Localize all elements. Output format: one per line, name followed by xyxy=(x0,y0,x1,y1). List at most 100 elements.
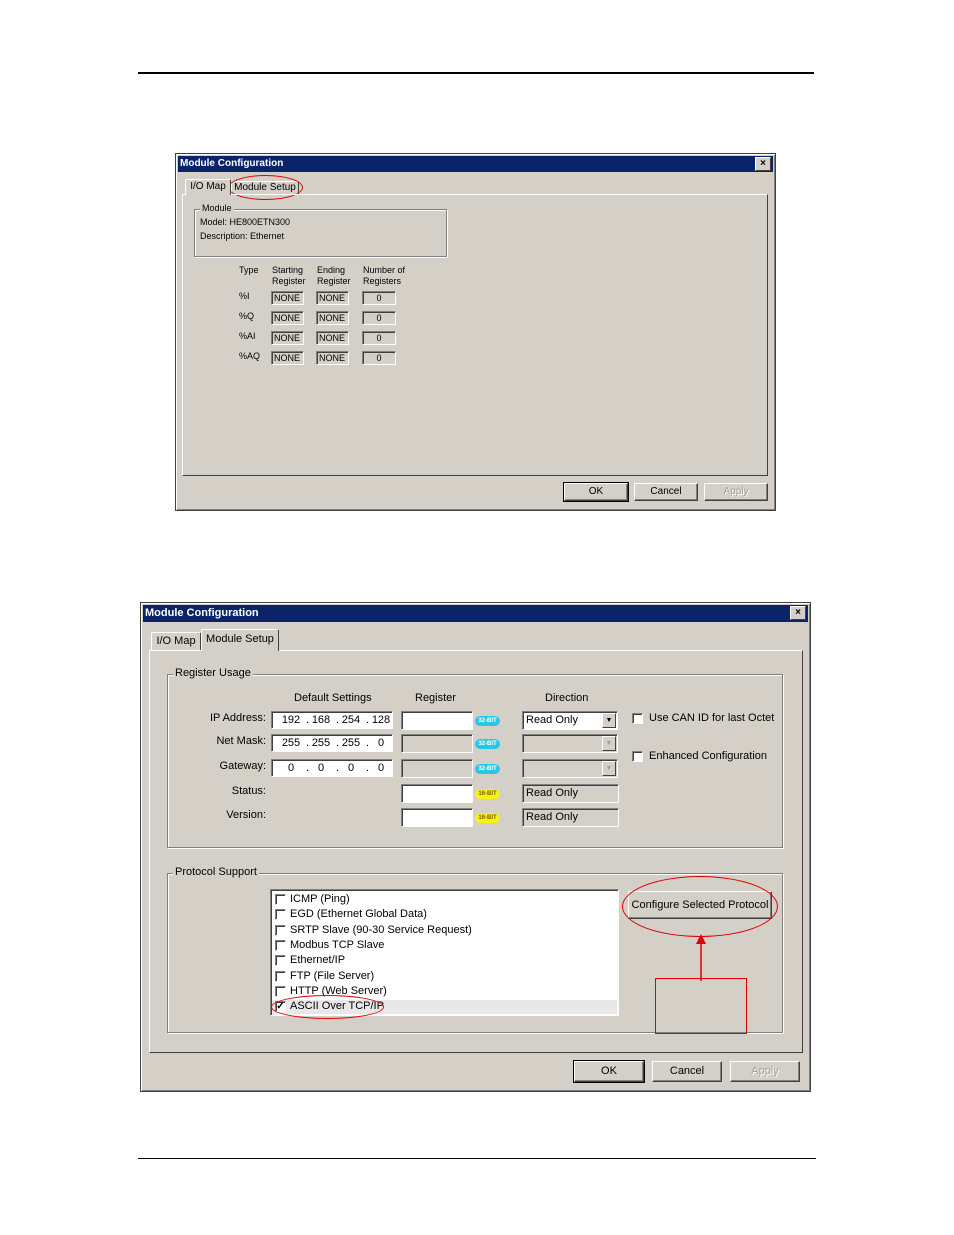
row-label: Net Mask: xyxy=(216,735,266,747)
octet-value: 0 xyxy=(317,762,325,774)
header-starting-register: Starting Register xyxy=(272,265,306,286)
model-text: Model: HE800ETN300 xyxy=(200,217,291,227)
direction-field: Read Only xyxy=(522,784,619,803)
direction-value: Read Only xyxy=(526,811,578,823)
protocol-label: EGD (Ethernet Global Data) xyxy=(290,908,427,921)
row-label: IP Address: xyxy=(209,712,266,724)
octet-value: 0 xyxy=(347,762,355,774)
register-input[interactable] xyxy=(401,711,473,730)
number-of-registers-field[interactable]: 0 xyxy=(362,291,396,305)
checkbox-icon[interactable] xyxy=(275,970,286,982)
protocol-support-group-label: Protocol Support xyxy=(173,866,259,878)
header-default-settings: Default Settings xyxy=(294,692,372,704)
register-input[interactable] xyxy=(401,759,473,778)
bit-width-badge: 32-BIT xyxy=(475,716,500,726)
up-arrow-icon xyxy=(696,934,706,981)
direction-value: Read Only xyxy=(526,714,578,726)
octet-value: 192 xyxy=(281,714,301,726)
chevron-down-icon[interactable]: ▼ xyxy=(602,761,616,776)
tab-io-map-label: I/O Map xyxy=(156,635,196,647)
bit-width-badge: 32-BIT xyxy=(475,764,500,774)
starting-register-value: NONE xyxy=(274,293,301,303)
close-icon[interactable]: × xyxy=(755,157,771,171)
number-of-registers-field[interactable]: 0 xyxy=(362,311,396,325)
octet-dot: . xyxy=(336,714,340,726)
annotation-ellipse-configure-button xyxy=(622,876,778,937)
row-type: %AQ xyxy=(239,351,261,361)
starting-register-field[interactable]: NONE xyxy=(271,331,304,345)
ending-register-field[interactable]: NONE xyxy=(316,291,349,305)
ending-register-field[interactable]: NONE xyxy=(316,311,349,325)
footer-rule xyxy=(138,1158,816,1159)
ending-register-field[interactable]: NONE xyxy=(316,351,349,365)
register-input[interactable] xyxy=(401,808,473,827)
octet-value: 255 xyxy=(281,737,301,749)
ok-button[interactable]: OK xyxy=(563,482,629,502)
checkbox-icon[interactable] xyxy=(275,939,286,951)
number-of-registers-value: 0 xyxy=(376,293,382,303)
chevron-down-icon[interactable]: ▼ xyxy=(602,713,616,728)
tab-io-map[interactable]: I/O Map xyxy=(185,179,231,195)
number-of-registers-value: 0 xyxy=(376,313,382,323)
number-of-registers-value: 0 xyxy=(376,353,382,363)
protocol-label: ICMP (Ping) xyxy=(290,893,350,905)
octet-value: 0 xyxy=(287,762,295,774)
ending-register-value: NONE xyxy=(319,293,346,303)
protocol-label: Ethernet/IP xyxy=(290,954,346,967)
row-type: %Q xyxy=(239,311,255,321)
row-type: %I xyxy=(239,291,250,301)
dialog-title-bar[interactable]: Module Configuration × xyxy=(178,156,773,172)
bit-width-badge: 32-BIT xyxy=(475,739,500,749)
number-of-registers-field[interactable]: 0 xyxy=(362,351,396,365)
tab-io-map[interactable]: I/O Map xyxy=(151,632,201,650)
ok-button[interactable]: OK xyxy=(573,1060,645,1083)
octet-value: 254 xyxy=(341,714,361,726)
dialog-title-bar[interactable]: Module Configuration × xyxy=(143,605,808,622)
tab-module-setup[interactable]: Module Setup xyxy=(201,629,279,651)
register-input[interactable] xyxy=(401,734,473,753)
chevron-down-icon[interactable]: ▼ xyxy=(602,736,616,751)
bit-width-badge: 16-BIT xyxy=(475,789,500,799)
annotation-box xyxy=(655,978,747,1034)
cancel-button[interactable]: Cancel xyxy=(652,1061,722,1082)
direction-dropdown[interactable]: ▼ xyxy=(522,734,618,753)
octet-dot: . xyxy=(366,762,370,774)
ip-octet-field[interactable]: 255. 255. 255. 0 xyxy=(271,734,393,752)
octet-value: 255 xyxy=(311,737,331,749)
octet-value: 128 xyxy=(371,714,391,726)
starting-register-field[interactable]: NONE xyxy=(271,351,304,365)
checkbox-icon[interactable] xyxy=(275,909,286,921)
checkbox-icon[interactable] xyxy=(275,985,286,997)
header-type: Type xyxy=(239,265,259,275)
apply-button[interactable]: Apply xyxy=(730,1061,800,1082)
direction-dropdown[interactable]: Read Only ▼ xyxy=(522,711,618,730)
direction-dropdown[interactable]: ▼ xyxy=(522,759,618,778)
header-register: Register xyxy=(415,692,456,704)
starting-register-value: NONE xyxy=(274,333,301,343)
row-label: Gateway: xyxy=(219,760,266,772)
checkbox-icon[interactable] xyxy=(275,924,286,936)
cancel-button[interactable]: Cancel xyxy=(634,483,698,501)
header-direction: Direction xyxy=(545,692,589,704)
ending-register-field[interactable]: NONE xyxy=(316,331,349,345)
close-icon[interactable]: × xyxy=(790,606,806,620)
number-of-registers-field[interactable]: 0 xyxy=(362,331,396,345)
starting-register-field[interactable]: NONE xyxy=(271,291,304,305)
protocol-label: SRTP Slave (90-30 Service Request) xyxy=(290,923,472,936)
row-label: Status: xyxy=(231,785,266,797)
module-configuration-dialog-io-map: Module Configuration × I/O Map Module Se… xyxy=(175,153,776,511)
octet-dot: . xyxy=(336,737,340,749)
register-input[interactable] xyxy=(401,784,473,803)
checkbox-icon[interactable] xyxy=(275,955,286,967)
direction-field: Read Only xyxy=(522,808,619,827)
apply-button[interactable]: Apply xyxy=(704,483,768,501)
header-number-of-registers: Number of Registers xyxy=(363,265,406,286)
ip-octet-field[interactable]: 192. 168. 254. 128 xyxy=(271,711,393,729)
enhanced-configuration-checkbox[interactable] xyxy=(632,751,643,762)
dialog-title: Module Configuration xyxy=(180,158,284,169)
protocol-label: Modbus TCP Slave xyxy=(290,938,385,951)
checkbox-icon[interactable] xyxy=(275,894,286,905)
use-can-id-checkbox[interactable] xyxy=(632,713,643,724)
ip-octet-field[interactable]: 0. 0. 0. 0 xyxy=(271,759,393,777)
starting-register-field[interactable]: NONE xyxy=(271,311,304,325)
